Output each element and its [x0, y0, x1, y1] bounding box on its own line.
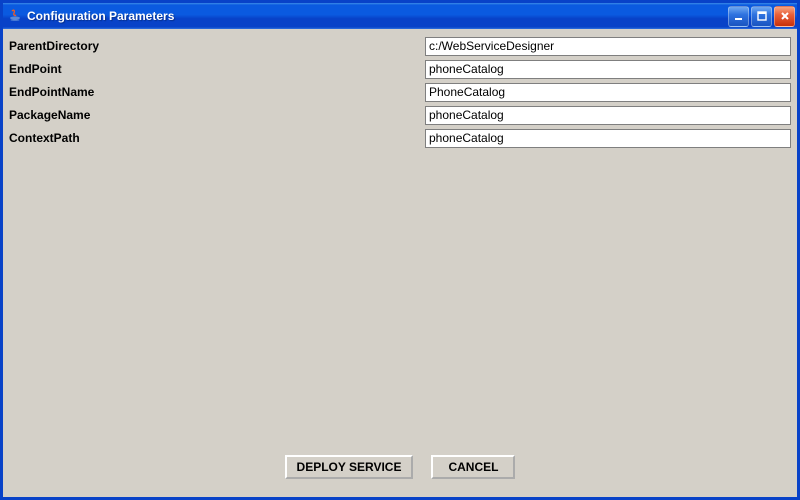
cancel-button[interactable]: CANCEL: [431, 455, 515, 479]
minimize-icon: [734, 11, 744, 21]
row-package-name: PackageName: [9, 104, 791, 126]
input-endpoint-name[interactable]: [425, 83, 791, 102]
input-parent-directory[interactable]: [425, 37, 791, 56]
window-controls: [728, 6, 795, 27]
label-endpoint: EndPoint: [9, 62, 425, 76]
close-icon: [780, 11, 790, 21]
label-parent-directory: ParentDirectory: [9, 39, 425, 53]
java-app-icon: [7, 8, 23, 24]
close-button[interactable]: [774, 6, 795, 27]
input-context-path[interactable]: [425, 129, 791, 148]
row-endpoint-name: EndPointName: [9, 81, 791, 103]
row-endpoint: EndPoint: [9, 58, 791, 80]
maximize-button[interactable]: [751, 6, 772, 27]
button-bar: DEPLOY SERVICE CANCEL: [3, 455, 797, 479]
window-title: Configuration Parameters: [27, 9, 728, 23]
dialog-window: Configuration Parameters ParentDirectory…: [0, 0, 800, 500]
input-endpoint[interactable]: [425, 60, 791, 79]
label-endpoint-name: EndPointName: [9, 85, 425, 99]
label-package-name: PackageName: [9, 108, 425, 122]
title-bar: Configuration Parameters: [3, 3, 797, 29]
maximize-icon: [757, 11, 767, 21]
row-parent-directory: ParentDirectory: [9, 35, 791, 57]
input-package-name[interactable]: [425, 106, 791, 125]
minimize-button[interactable]: [728, 6, 749, 27]
deploy-service-button[interactable]: DEPLOY SERVICE: [285, 455, 414, 479]
dialog-content: ParentDirectory EndPoint EndPointName Pa…: [3, 29, 797, 497]
row-context-path: ContextPath: [9, 127, 791, 149]
label-context-path: ContextPath: [9, 131, 425, 145]
